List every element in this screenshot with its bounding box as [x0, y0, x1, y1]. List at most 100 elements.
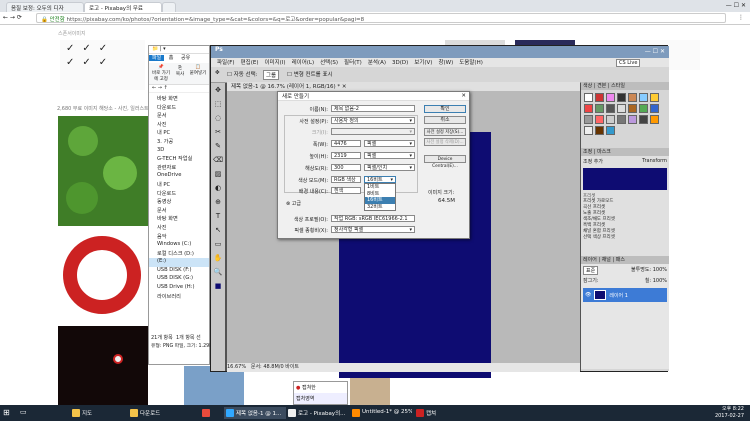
new-tab-button[interactable] — [162, 2, 176, 12]
ps-tool-icon[interactable]: ✎ — [211, 139, 225, 153]
width-field[interactable]: 4476 — [331, 140, 361, 147]
ps-doc-tab[interactable]: 제목 없음-1 @ 16.7% (레이어 1, RGB/16) * ✕ — [227, 82, 580, 91]
style-swatch[interactable] — [650, 115, 659, 124]
style-swatch[interactable] — [639, 115, 648, 124]
ps-tool-icon[interactable]: T — [211, 209, 225, 223]
nav-item[interactable]: USB DISK (F:) — [149, 267, 209, 276]
advanced-toggle[interactable]: ⊗ 고급 — [286, 200, 301, 207]
nav-item[interactable]: 문서 — [149, 112, 209, 121]
browser-tab-2[interactable]: 로고 - Pixabay의 무료 — [84, 2, 162, 12]
ps-tool-icon[interactable]: ✥ — [211, 83, 225, 97]
tab-adjust[interactable]: 조정 — [583, 149, 592, 155]
style-swatch[interactable] — [617, 115, 626, 124]
style-swatch[interactable] — [617, 93, 626, 102]
ps-menu-item[interactable]: 이미지(I) — [264, 60, 285, 66]
height-field[interactable]: 2319 — [331, 152, 361, 159]
ps-titlebar[interactable]: Ps — ☐ ✕ — [211, 46, 669, 58]
ribbon-tab-file[interactable]: 파일 — [149, 55, 165, 61]
task-view-icon[interactable]: ▭ — [20, 408, 30, 418]
ps-menu-item[interactable]: 파일(F) — [217, 60, 235, 66]
zoom-level[interactable]: 16.67% — [227, 364, 246, 370]
taskbar-item[interactable]: 로고 - Pixabay의... — [286, 407, 348, 419]
style-swatch[interactable] — [584, 126, 593, 135]
profile-dropdown[interactable]: 작업 RGB: sRGB IEC61966-2.1 — [331, 215, 415, 222]
blend-mode-dropdown[interactable]: 표준 — [583, 266, 599, 275]
tab-paths[interactable]: 패스 — [616, 257, 625, 263]
nav-buttons[interactable]: ← → ⟳ — [3, 14, 22, 21]
eye-icon[interactable]: 👁 — [585, 292, 591, 298]
style-swatch[interactable] — [595, 104, 604, 113]
close-icon[interactable]: ✕ — [461, 93, 466, 99]
nav-item[interactable]: 바탕 화면 — [149, 95, 209, 104]
taskbar-item[interactable]: Untitled-1* @ 25%... — [350, 407, 412, 419]
ribbon-tab-home[interactable]: 홈 — [166, 55, 177, 61]
color-mode-dropdown[interactable]: RGB 색상 — [331, 176, 361, 183]
tab-mask[interactable]: 마스크 — [597, 149, 611, 155]
ps-tool-icon[interactable]: ▭ — [211, 237, 225, 251]
taskbar-item[interactable]: 제목 없음-1 @ 1... — [224, 407, 286, 419]
ps-tool-icon[interactable]: ✂ — [211, 125, 225, 139]
ps-tool-icon[interactable]: ⌫ — [211, 153, 225, 167]
ps-tool-icon[interactable]: ⬚ — [211, 97, 225, 111]
bit-depth-dropdown[interactable]: 16비트 ▾ — [364, 176, 396, 183]
aspect-dropdown[interactable]: 정사각형 픽셀 ▾ — [331, 226, 415, 233]
nav-item[interactable]: 다운로드 — [149, 104, 209, 113]
style-swatch[interactable] — [584, 115, 593, 124]
style-swatch[interactable] — [606, 93, 615, 102]
width-unit-dropdown[interactable]: 픽셀 ▾ — [364, 140, 415, 147]
style-swatch[interactable] — [595, 126, 604, 135]
tab-styles[interactable]: 스타일 — [611, 83, 625, 89]
tab-swatches[interactable]: 견본 — [597, 83, 606, 89]
nav-item[interactable]: 내 PC — [149, 129, 209, 138]
style-swatch[interactable] — [650, 93, 659, 102]
ps-menu-item[interactable]: 편집(E) — [241, 60, 259, 66]
nav-item[interactable]: 동영상 — [149, 198, 209, 207]
cs-live-button[interactable]: CS Live — [616, 59, 641, 67]
ps-tool-icon[interactable]: ▨ — [211, 167, 225, 181]
style-swatch[interactable] — [628, 104, 637, 113]
resolution-field[interactable]: 300 — [331, 164, 361, 171]
dialog-titlebar[interactable]: 새로 만들기 ✕ — [278, 92, 469, 101]
ps-menu-item[interactable]: 보기(V) — [414, 60, 432, 66]
layer-row[interactable]: 👁 레이어 1 — [583, 288, 667, 302]
nav-item[interactable]: 음악 — [149, 233, 209, 242]
start-icon[interactable]: ⊞ — [3, 408, 13, 418]
explorer-path[interactable]: ← → ↑ — [149, 85, 209, 93]
clock[interactable]: 오후 8:22 2017-02-27 — [715, 406, 744, 420]
taskbar-item[interactable]: 지도 — [70, 407, 126, 419]
ps-tool-icon[interactable]: ◌ — [211, 111, 225, 125]
ps-tool-icon[interactable]: 🔍 — [211, 265, 225, 279]
preset-item[interactable]: 선택 색상 프리셋 — [583, 235, 667, 241]
nav-item[interactable]: OneDrive — [149, 172, 209, 181]
delete-preset-button[interactable]: 사전 설정 삭제(D)... — [424, 138, 466, 146]
device-central-button[interactable]: Device Central(E)... — [424, 155, 466, 169]
style-swatch[interactable] — [639, 93, 648, 102]
style-swatch[interactable] — [584, 93, 593, 102]
ps-menu-item[interactable]: 분석(A) — [368, 60, 386, 66]
ps-tool-icon[interactable]: ■ — [211, 279, 225, 293]
capture-area-item[interactable]: 캡처영역 — [294, 393, 347, 404]
window-controls[interactable]: — ☐ ✕ — [726, 2, 746, 9]
nav-item[interactable]: 문서 — [149, 207, 209, 216]
ps-tool-icon[interactable]: ⊕ — [211, 195, 225, 209]
image-thumb-sky[interactable] — [184, 366, 244, 406]
tab-layers[interactable]: 레이어 — [583, 257, 597, 263]
ps-window-controls[interactable]: — ☐ ✕ — [645, 48, 665, 55]
ps-menu-item[interactable]: 3D(D) — [392, 60, 408, 66]
style-swatch[interactable] — [606, 115, 615, 124]
ps-tool-icon[interactable]: ◐ — [211, 181, 225, 195]
ps-menu-item[interactable]: 선택(S) — [320, 60, 338, 66]
ps-menu-item[interactable]: 필터(T) — [344, 60, 362, 66]
ps-tool-icon[interactable]: ✋ — [211, 251, 225, 265]
image-thumb-night[interactable] — [58, 326, 148, 406]
height-unit-dropdown[interactable]: 픽셀 ▾ — [364, 152, 415, 159]
style-swatch[interactable] — [617, 104, 626, 113]
show-transform-checkbox[interactable]: ☐ 변형 컨트롤 표시 — [287, 70, 333, 78]
opacity-value[interactable]: 100% — [653, 267, 667, 273]
name-field[interactable]: 제목 없음-2 — [331, 105, 415, 112]
nav-item[interactable]: 다운로드 — [149, 190, 209, 199]
menu-icon[interactable]: ⋮ — [738, 14, 744, 21]
nav-item[interactable]: 3D — [149, 147, 209, 156]
ribbon-tab-share[interactable]: 공유 — [178, 55, 193, 61]
nav-item[interactable]: (E:) — [149, 258, 209, 267]
